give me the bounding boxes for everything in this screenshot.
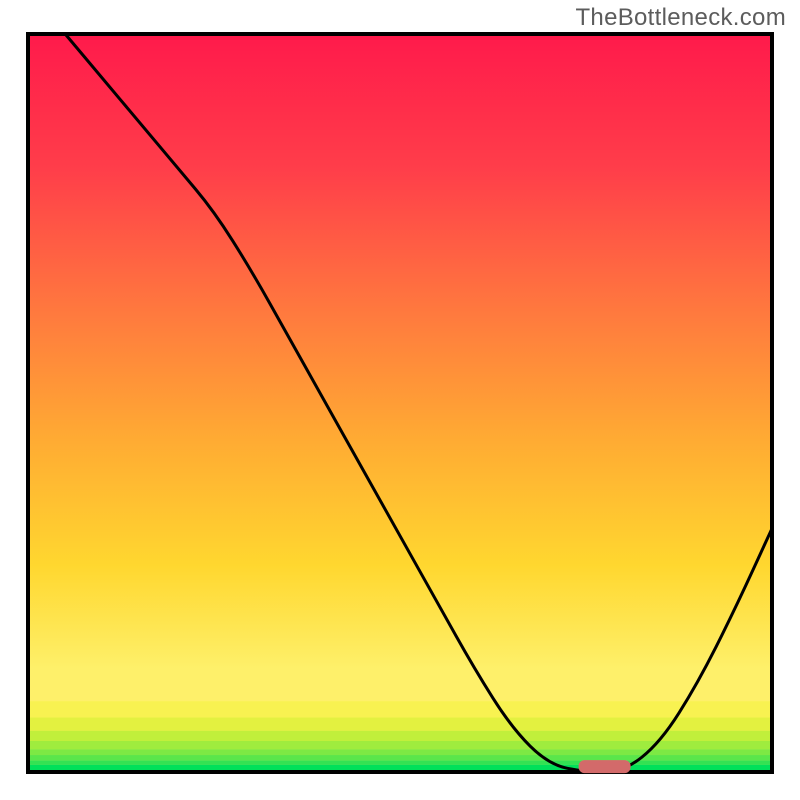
bottom-bands xyxy=(28,676,772,772)
gradient-band xyxy=(28,749,772,755)
gradient-band xyxy=(28,676,772,701)
chart-frame: { "watermark": "TheBottleneck.com", "cha… xyxy=(0,0,800,800)
optimal-marker xyxy=(579,760,631,773)
gradient-band xyxy=(28,701,772,717)
bottleneck-chart xyxy=(0,0,800,800)
gradient-band xyxy=(28,741,772,749)
gradient-band xyxy=(28,717,772,730)
gradient-background xyxy=(28,34,772,772)
gradient-band xyxy=(28,755,772,760)
gradient-band xyxy=(28,760,772,764)
plot-area xyxy=(28,34,772,773)
